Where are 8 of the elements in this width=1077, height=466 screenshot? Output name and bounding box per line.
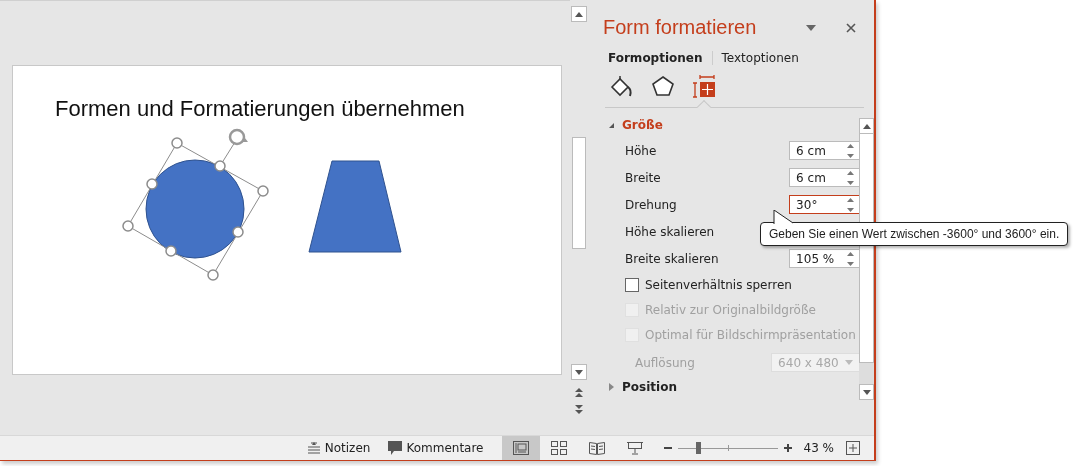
field-label: Höhe: [625, 143, 657, 158]
field-label: Breite: [625, 170, 661, 185]
slide-title: Formen und Formatierungen übernehmen: [55, 96, 465, 122]
pane-title: Form formatieren: [603, 16, 758, 39]
field-label: Breite skalieren: [625, 251, 719, 266]
field-label: Auflösung: [634, 355, 695, 370]
field-label: Höhe skalieren: [625, 224, 715, 239]
field-label: Drehung: [625, 197, 677, 212]
